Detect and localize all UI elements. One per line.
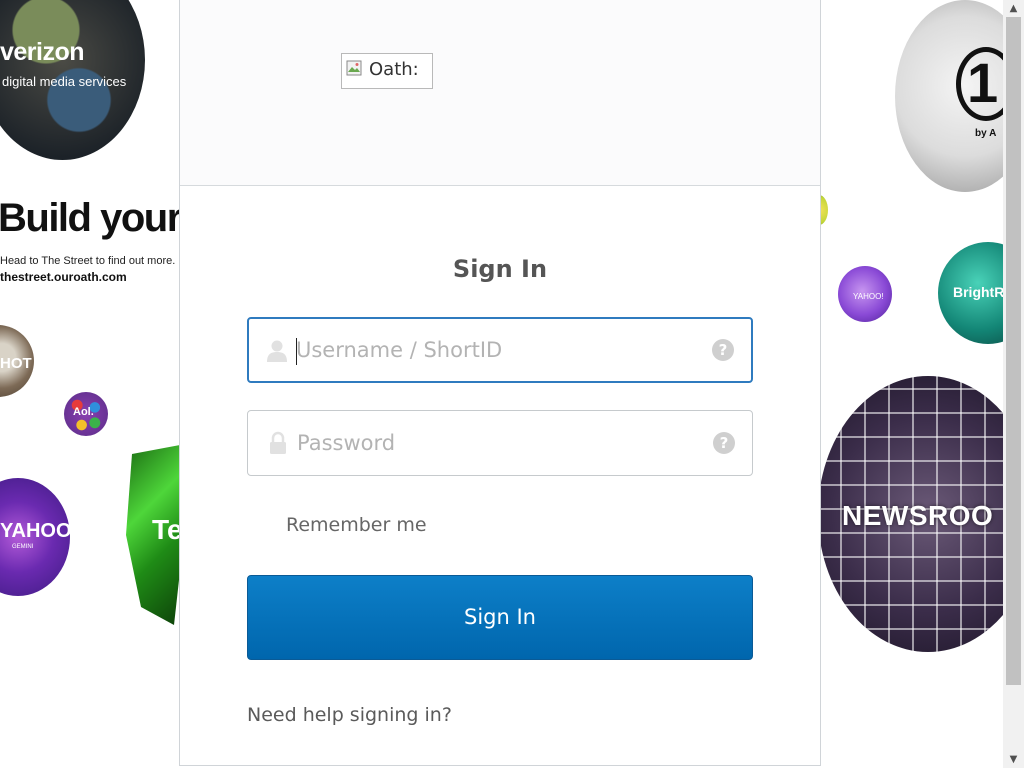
promo-subline: Head to The Street to find out more. (0, 255, 176, 267)
text-caret (296, 338, 297, 365)
promo-headline: Build your (0, 196, 182, 240)
username-field[interactable]: ? (247, 317, 753, 383)
need-help-link[interactable]: Need help signing in? (247, 704, 452, 726)
login-card: Oath: Sign In ? ? Remember me Sign In Ne… (179, 0, 821, 766)
password-input[interactable] (297, 418, 697, 468)
broken-image-icon (346, 60, 362, 76)
scrollbar-thumb[interactable] (1006, 17, 1021, 685)
oath-logo-alt-text: Oath: (369, 59, 419, 80)
aol-orb-label: Aol. (73, 406, 94, 418)
purple-orb-label: YAHOO! (853, 292, 884, 301)
password-help-icon[interactable]: ? (713, 432, 735, 454)
promo-url: thestreet.ouroath.com (0, 270, 127, 284)
password-field[interactable]: ? (247, 410, 753, 476)
scroll-up-arrow-icon[interactable]: ▲ (1003, 0, 1024, 17)
card-header: Oath: (180, 0, 820, 186)
verizon-tagline: digital media services (2, 74, 127, 89)
user-icon (267, 340, 287, 362)
oath-logo: Oath: (341, 53, 433, 89)
hot-orb-label: HOT (0, 355, 32, 372)
scroll-down-arrow-icon[interactable]: ▼ (1003, 751, 1024, 768)
username-help-icon[interactable]: ? (712, 339, 734, 361)
one-logo-by: by A (975, 128, 997, 139)
sign-in-button[interactable]: Sign In (247, 575, 753, 660)
yahoo-orb-sublabel: GEMINI (12, 544, 34, 550)
page-title: Sign In (452, 255, 548, 283)
newsroom-label: NEWSROO (842, 500, 994, 531)
verizon-brand-text: verizon (0, 38, 85, 66)
one-logo-number: 1 (967, 51, 999, 114)
username-input[interactable] (296, 325, 696, 375)
lock-icon (270, 431, 286, 454)
remember-me-label[interactable]: Remember me (286, 514, 427, 536)
brightroll-label: BrightR (953, 284, 1003, 300)
vertical-scrollbar[interactable]: ▲ ▼ (1003, 0, 1024, 768)
yahoo-orb-label: YAHOO! (0, 520, 79, 542)
